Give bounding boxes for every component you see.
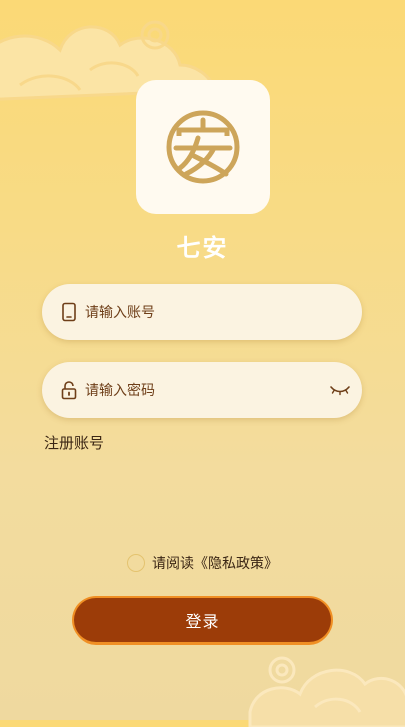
login-button[interactable]: 登录 [74, 598, 331, 642]
account-placeholder: 请输入账号 [85, 305, 155, 321]
policy-text[interactable]: 请阅读《隐私政策》 [152, 553, 278, 573]
register-link[interactable]: 注册账号 [44, 432, 104, 453]
eye-closed-icon[interactable] [329, 384, 351, 396]
cloud-decoration-bottom [248, 656, 405, 727]
phone-icon [59, 302, 79, 322]
password-placeholder: 请输入密码 [85, 383, 155, 399]
policy-checkbox[interactable] [127, 554, 145, 572]
password-field[interactable]: 请输入密码 [42, 362, 362, 418]
privacy-policy-row: 请阅读《隐私政策》 [0, 553, 405, 573]
app-name: 七安 [176, 234, 229, 262]
lock-icon [59, 380, 79, 400]
coin-an-logo-icon [166, 110, 240, 184]
account-field[interactable]: 请输入账号 [42, 284, 362, 340]
app-logo [136, 80, 270, 214]
